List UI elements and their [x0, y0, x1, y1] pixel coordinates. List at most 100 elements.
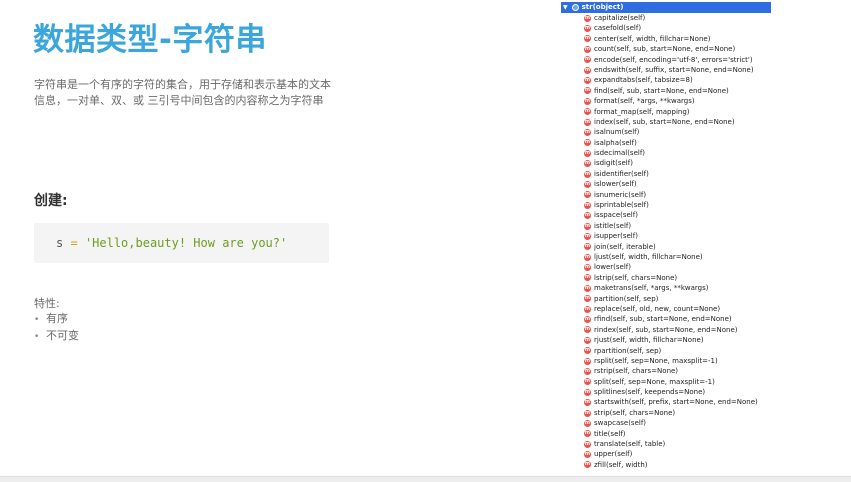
method-label: isnumeric(self) — [594, 190, 647, 199]
method-icon: m — [584, 430, 591, 438]
method-item[interactable]: m format(self, *args, **kwargs) — [584, 96, 771, 106]
method-icon: m — [584, 232, 591, 240]
method-item[interactable]: m expandtabs(self, tabsize=8) — [584, 75, 771, 85]
bottom-scrollbar[interactable] — [0, 476, 851, 482]
method-item[interactable]: m swapcase(self) — [584, 418, 771, 428]
code-operator: = — [70, 236, 78, 250]
method-icon: m — [584, 212, 591, 220]
method-label: maketrans(self, *args, **kwargs) — [594, 284, 709, 293]
method-item[interactable]: m split(self, sep=None, maxsplit=-1) — [584, 377, 771, 387]
method-item[interactable]: m rstrip(self, chars=None) — [584, 366, 771, 376]
method-label: join(self, iterable) — [594, 242, 656, 251]
method-item[interactable]: m isspace(self) — [584, 210, 771, 220]
method-icon: m — [584, 409, 591, 417]
method-icon: m — [584, 253, 591, 261]
method-item[interactable]: m partition(self, sep) — [584, 294, 771, 304]
method-item[interactable]: m upper(self) — [584, 449, 771, 459]
method-icon: m — [584, 45, 591, 53]
method-item[interactable]: m format_map(self, mapping) — [584, 107, 771, 117]
method-item[interactable]: m istitle(self) — [584, 221, 771, 231]
method-item[interactable]: m isdecimal(self) — [584, 148, 771, 158]
method-label: rfind(self, sub, start=None, end=None) — [594, 315, 732, 324]
method-icon: m — [584, 77, 591, 85]
method-icon: m — [584, 118, 591, 126]
method-item[interactable]: m lower(self) — [584, 262, 771, 272]
method-item[interactable]: m ljust(self, width, fillchar=None) — [584, 252, 771, 262]
method-icon: m — [584, 399, 591, 407]
method-item[interactable]: m rsplit(self, sep=None, maxsplit=-1) — [584, 356, 771, 366]
method-item[interactable]: m center(self, width, fillchar=None) — [584, 34, 771, 44]
method-item[interactable]: m title(self) — [584, 429, 771, 439]
method-label: find(self, sub, start=None, end=None) — [594, 86, 729, 95]
method-label: format_map(self, mapping) — [594, 107, 690, 116]
method-item[interactable]: m endswith(self, suffix, start=None, end=… — [584, 65, 771, 75]
method-icon: m — [584, 295, 591, 303]
method-icon: m — [584, 25, 591, 33]
method-item[interactable]: m encode(self, encoding='utf-8', errors='… — [584, 55, 771, 65]
method-label: title(self) — [594, 429, 626, 438]
method-item[interactable]: m isalpha(self) — [584, 138, 771, 148]
method-icon: m — [584, 419, 591, 427]
method-item[interactable]: m find(self, sub, start=None, end=None) — [584, 86, 771, 96]
method-item[interactable]: m replace(self, old, new, count=None) — [584, 304, 771, 314]
method-item[interactable]: m index(self, sub, start=None, end=None) — [584, 117, 771, 127]
slide-description: 字符串是一个有序的字符的集合，用于存储和表示基本的文本信息，一对单、双、或 三引… — [34, 78, 331, 107]
method-label: rindex(self, sub, start=None, end=None) — [594, 325, 738, 334]
method-icon: m — [584, 149, 591, 157]
method-label: lstrip(self, chars=None) — [594, 273, 678, 282]
method-item[interactable]: m translate(self, table) — [584, 439, 771, 449]
method-item[interactable]: m zfill(self, width) — [584, 460, 771, 470]
method-item[interactable]: m rindex(self, sub, start=None, end=None) — [584, 325, 771, 335]
method-item[interactable]: m isdigit(self) — [584, 158, 771, 168]
method-item[interactable]: m join(self, iterable) — [584, 242, 771, 252]
method-icon: m — [584, 367, 591, 375]
method-label: rjust(self, width, fillchar=None) — [594, 336, 704, 345]
feature-item: 有序 — [34, 311, 79, 328]
method-icon: m — [584, 201, 591, 209]
method-item[interactable]: m splitlines(self, keepends=None) — [584, 387, 771, 397]
method-icon: m — [584, 378, 591, 386]
method-icon: m — [584, 316, 591, 324]
method-label: replace(self, old, new, count=None) — [594, 304, 721, 313]
method-icon: m — [584, 160, 591, 168]
method-icon: m — [584, 451, 591, 459]
method-item[interactable]: m capitalize(self) — [584, 13, 771, 23]
method-item[interactable]: m rfind(self, sub, start=None, end=None) — [584, 314, 771, 324]
method-item[interactable]: m startswith(self, prefix, start=None, en… — [584, 397, 771, 407]
method-item[interactable]: m casefold(self) — [584, 23, 771, 33]
method-icon: m — [584, 326, 591, 334]
method-icon: m — [584, 170, 591, 178]
structure-tree: ▼ str(object) m capitalize(self) m casefold… — [561, 2, 771, 470]
method-label: capitalize(self) — [594, 14, 646, 22]
method-label: isdecimal(self) — [594, 149, 646, 158]
method-label: rstrip(self, chars=None) — [594, 367, 679, 376]
method-icon: m — [584, 222, 591, 230]
method-item[interactable]: m isidentifier(self) — [584, 169, 771, 179]
method-item[interactable]: m isprintable(self) — [584, 200, 771, 210]
method-item[interactable]: m isalnum(self) — [584, 127, 771, 137]
code-block: s = 'Hello,beauty! How are you?' — [34, 223, 329, 263]
features-label: 特性: — [34, 297, 60, 310]
method-icon: m — [584, 305, 591, 313]
method-label: ljust(self, width, fillchar=None) — [594, 252, 703, 261]
method-label: partition(self, sep) — [594, 294, 659, 303]
method-item[interactable]: m rpartition(self, sep) — [584, 346, 771, 356]
method-item[interactable]: m count(self, sub, start=None, end=None) — [584, 44, 771, 54]
method-item[interactable]: m strip(self, chars=None) — [584, 408, 771, 418]
method-label: upper(self) — [594, 450, 633, 459]
class-node[interactable]: ▼ str(object) — [561, 2, 771, 13]
method-icon: m — [584, 180, 591, 188]
method-item[interactable]: m isupper(self) — [584, 231, 771, 241]
code-variable: s — [56, 236, 64, 250]
method-icon: m — [584, 97, 591, 105]
method-item[interactable]: m lstrip(self, chars=None) — [584, 273, 771, 283]
method-item[interactable]: m maketrans(self, *args, **kwargs) — [584, 283, 771, 293]
method-label: index(self, sub, start=None, end=None) — [594, 117, 735, 126]
method-label: isalnum(self) — [594, 128, 640, 137]
method-label: rpartition(self, sep) — [594, 346, 662, 355]
method-label: rsplit(self, sep=None, maxsplit=-1) — [594, 356, 718, 365]
method-item[interactable]: m islower(self) — [584, 179, 771, 189]
method-item[interactable]: m isnumeric(self) — [584, 190, 771, 200]
method-item[interactable]: m rjust(self, width, fillchar=None) — [584, 335, 771, 345]
expand-arrow-icon[interactable]: ▼ — [563, 2, 568, 13]
